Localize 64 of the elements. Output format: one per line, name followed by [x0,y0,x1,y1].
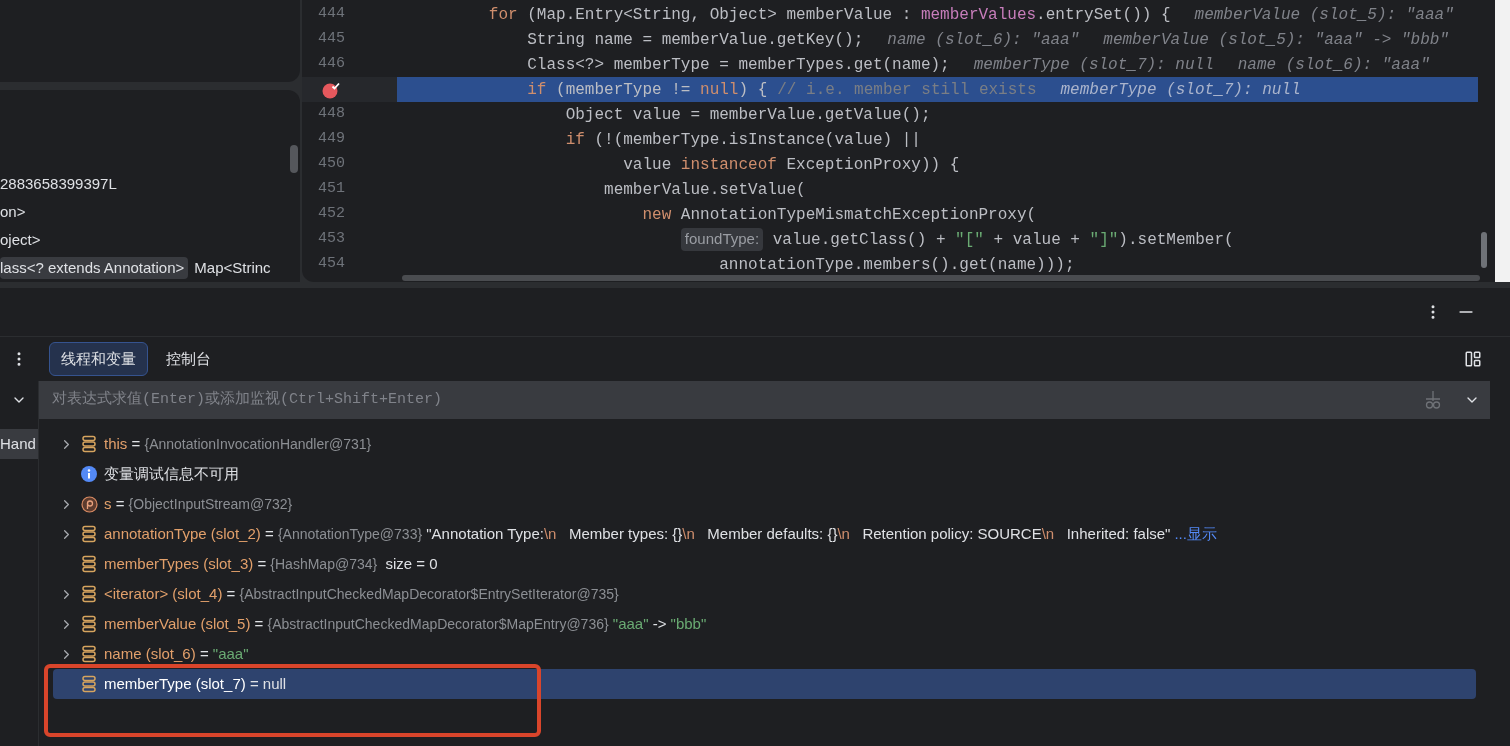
field-icon [81,615,97,633]
inline-value-hint: name (slot_6): "aaa" [887,29,1080,51]
horizontal-scrollbar[interactable] [402,275,1480,281]
field-icon [81,645,97,663]
code-text: new AnnotationTypeMismatchExceptionProxy( [641,204,1037,226]
code-comment: // i.e. member still exists [777,79,1037,101]
inline-value-hint: name (slot_6): "aaa" [1237,54,1430,76]
code-text: value.getClass() + "[" + value + "]").setMember( [771,229,1234,251]
code-text: if (!(memberType.isInstance(value) || [564,129,921,151]
info-icon [81,466,97,482]
inline-value-hint: memberValue (slot_5): "aaa" [1194,4,1454,26]
code-text: memberValue.setValue( [603,179,806,201]
line-number: 454 [318,254,345,275]
value-text: on> [0,201,26,222]
line-number: 450 [318,154,345,175]
variable-text: memberValue (slot_5) = {AbstractInputCheckedMapDecorator$MapEntry@736} "aaa" -> "bbb" [104,613,707,634]
line-number: 444 [318,4,345,25]
value-text: oject> [0,229,41,250]
inline-value-hint: memberValue (slot_5): "aaa" -> "bbb" [1103,29,1449,51]
variable-text: 变量调试信息不可用 [104,463,239,484]
parameter-icon [81,495,98,513]
line-number: 452 [318,204,345,225]
line-number: 446 [318,54,345,75]
variable-text: memberTypes (slot_3) = {HashMap@734} size = 0 [104,553,438,574]
line-number: 453 [318,229,345,250]
code-text: Object value = memberValue.getValue(); [564,104,931,126]
vertical-scrollbar[interactable] [1481,232,1487,268]
frame-item[interactable]: Hand [0,429,38,459]
variable-text: this = {AnnotationInvocationHandler@731} [104,433,372,454]
expression-field[interactable]: 对表达式求值(Enter)或添加监视(Ctrl+Shift+Enter) [39,381,1490,419]
field-icon [81,555,97,573]
tab[interactable]: 线程和变量 [49,341,148,377]
tab[interactable]: 控制台 [154,341,223,377]
line-number: 451 [318,179,345,200]
field-icon [81,435,97,453]
code-text: for (Map.Entry<String, Object> memberValue : memberValues.entrySet()) { [487,4,1171,26]
type-chip: lass<? extends Annotation> [0,256,189,280]
code-text: String name = memberValue.getKey(); [526,29,864,51]
line-number: 448 [318,104,345,125]
variable-text: s = {ObjectInputStream@732} [104,493,293,514]
line-number: 449 [318,129,345,150]
field-icon [81,525,97,543]
inline-value-hint: memberType (slot_7): null [1060,79,1301,101]
code-text: annotationType.members().get(name))); [718,254,1075,276]
code-text: value instanceof ExceptionProxy)) { [622,154,960,176]
field-icon [81,585,97,603]
value-text: Map<Strinc [194,257,271,278]
code-text: if (memberType != null) { [526,79,768,101]
parameter-hint: foundType: [680,228,764,251]
variable-text: memberType (slot_7) = null [104,673,287,694]
inline-value-hint: memberType (slot_7): null [973,54,1214,76]
code-text: Class<?> memberType = memberTypes.get(name); [526,54,950,76]
field-icon [81,675,97,693]
line-number: 445 [318,29,345,50]
expression-input[interactable]: 对表达式求值(Enter)或添加监视(Ctrl+Shift+Enter) [52,388,1422,412]
breakpoint-icon[interactable] [321,80,341,99]
selected-variable-row[interactable]: memberType (slot_7) = null [53,669,1476,699]
scrollbar-thumb[interactable] [290,145,298,173]
variable-text: <iterator> (slot_4) = {AbstractInputCheckedMapDecorator$EntrySetIterator@735} [104,583,619,604]
value-text: 2883658399397L [0,173,117,194]
variable-text: annotationType (slot_2) = {AnnotationType@733} "Annotation Type:\n Member types: {}\n Member defaults: {}\n Retention policy: SOURCE\n Inherited: false" [104,523,1171,544]
variable-text: name (slot_6) = "aaa" [104,643,249,664]
show-more-link[interactable]: ...显示 [1174,522,1217,546]
layout-icon[interactable] [1464,350,1482,368]
